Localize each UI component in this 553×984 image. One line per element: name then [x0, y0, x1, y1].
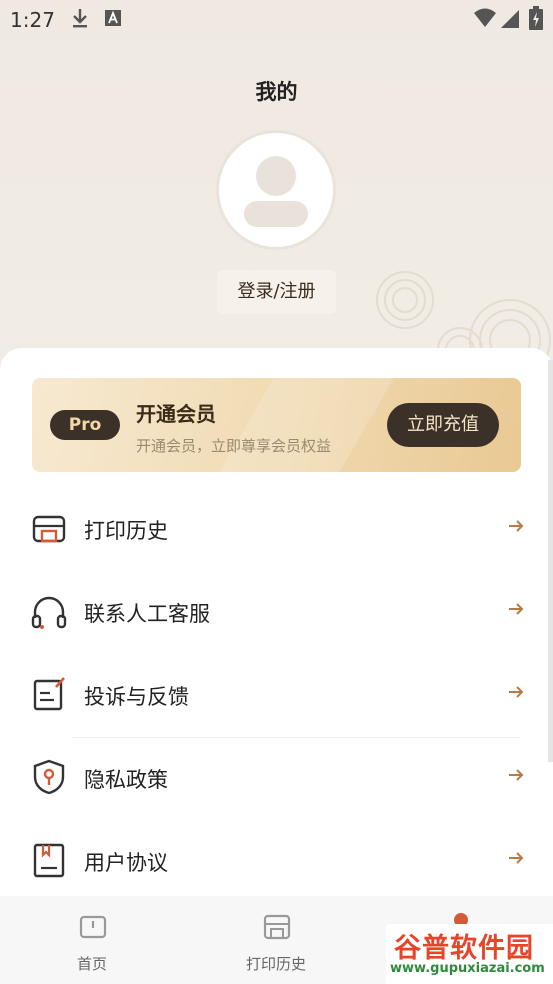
recharge-button[interactable]: 立即充值: [387, 403, 499, 447]
menu-label-print-history: 打印历史: [84, 519, 168, 543]
tab-print-history[interactable]: 打印历史: [184, 896, 368, 984]
printer-icon: [263, 914, 291, 940]
watermark-url: www.gupuxiazai.com: [390, 961, 545, 976]
tab-print-history-label: 打印历史: [245, 955, 306, 973]
agreement-icon: [33, 843, 65, 878]
wifi-icon: [474, 8, 496, 27]
page-title: 我的: [255, 80, 298, 104]
menu-item-user-agreement[interactable]: 用户协议: [0, 819, 553, 901]
status-bar: 1:27: [0, 0, 553, 38]
shield-key-icon: [33, 759, 65, 795]
watermark: 谷普软件园 www.gupuxiazai.com: [386, 924, 553, 984]
vip-card[interactable]: Pro 开通会员 开通会员，立即尊享会员权益 立即充值: [32, 378, 521, 472]
card-sheen: [192, 378, 412, 472]
pro-badge: Pro: [50, 410, 120, 440]
menu-item-print-history[interactable]: 打印历史: [0, 487, 553, 569]
login-register-button[interactable]: 登录/注册: [217, 270, 336, 314]
vip-title: 开通会员: [136, 402, 216, 426]
printer-icon: [32, 515, 66, 543]
watermark-text: 谷普软件园: [394, 933, 534, 964]
feedback-icon: [33, 677, 65, 711]
menu-item-customer-service[interactable]: 联系人工客服: [0, 570, 553, 652]
cloud-pattern: [376, 271, 551, 360]
menu-label-feedback: 投诉与反馈: [84, 685, 189, 709]
avatar[interactable]: [216, 130, 336, 250]
arrow-right-icon: [509, 686, 524, 698]
arrow-right-icon: [509, 520, 524, 532]
vip-subtitle: 开通会员，立即尊享会员权益: [136, 437, 332, 455]
menu-label-user-agreement: 用户协议: [84, 851, 168, 875]
status-time: 1:27: [10, 8, 55, 32]
home-icon: [79, 915, 107, 939]
signal-icon: [501, 10, 519, 28]
menu-label-privacy-policy: 隐私政策: [84, 768, 168, 792]
arrow-right-icon: [509, 769, 524, 781]
user-avatar-icon: [244, 156, 308, 227]
battery-icon: [529, 6, 543, 30]
tab-home-label: 首页: [76, 955, 107, 973]
headset-icon: [31, 596, 67, 629]
arrow-right-icon: [509, 852, 524, 864]
a-icon: [105, 10, 121, 26]
tab-home[interactable]: 首页: [0, 896, 184, 984]
arrow-right-icon: [509, 603, 524, 615]
menu-item-feedback[interactable]: 投诉与反馈: [0, 653, 553, 735]
menu-item-privacy-policy[interactable]: 隐私政策: [0, 736, 553, 818]
menu-label-customer-service: 联系人工客服: [84, 602, 210, 626]
download-icon: [73, 9, 87, 28]
